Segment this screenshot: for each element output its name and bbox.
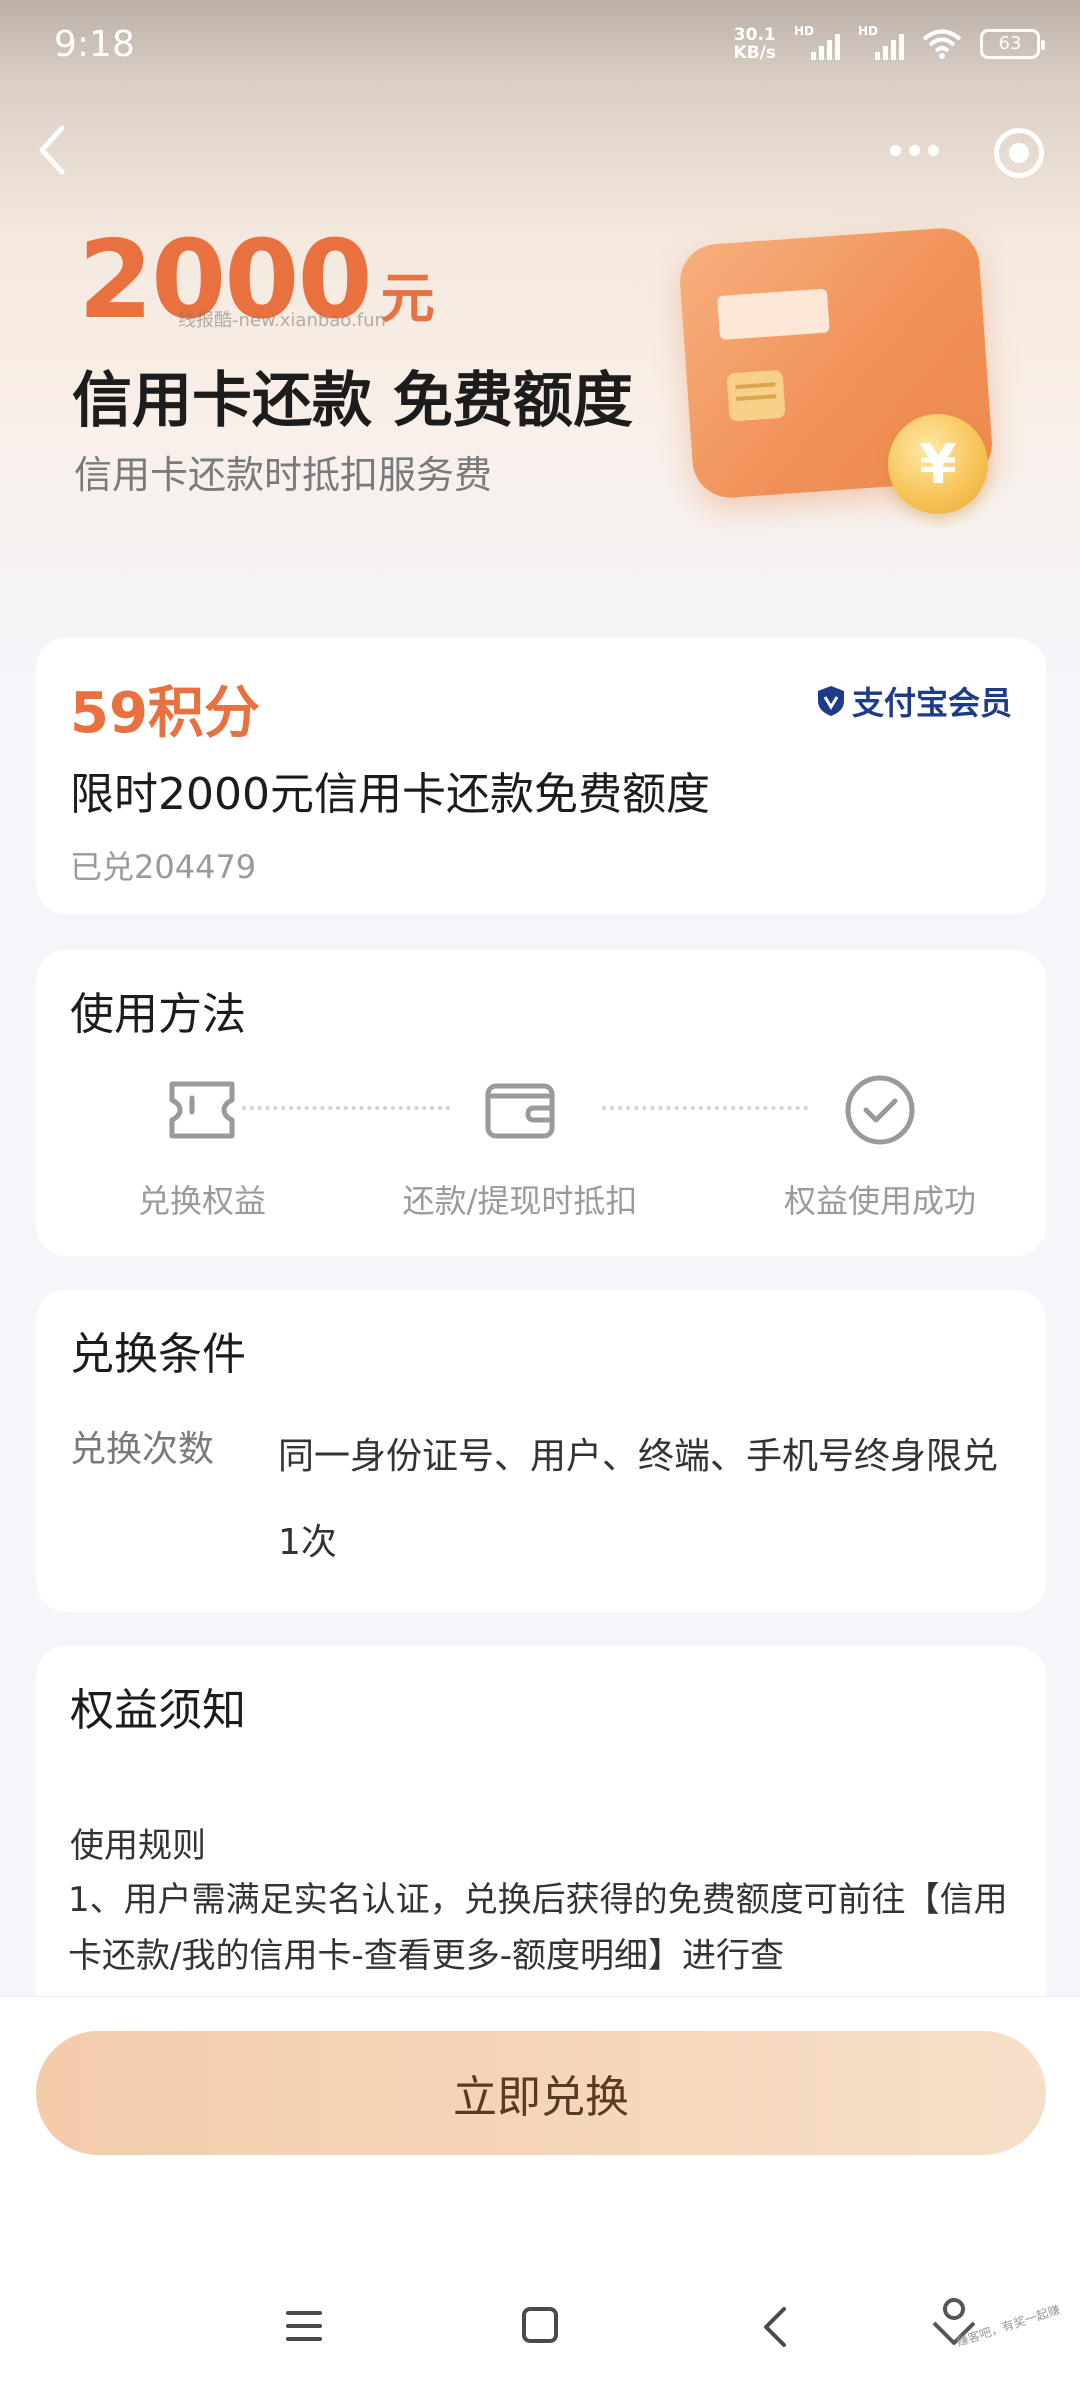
step-deduct: 还款/提现时抵扣 — [390, 1070, 650, 1222]
usage-title: 使用方法 — [70, 989, 246, 1040]
home-icon[interactable] — [522, 2307, 558, 2343]
back-nav-icon[interactable] — [760, 2305, 790, 2349]
condition-label: 兑换次数 — [70, 1429, 215, 1470]
ticket-icon — [169, 1081, 235, 1139]
check-circle-icon — [845, 1075, 915, 1145]
hero-subtitle: 信用卡还款时抵扣服务费 — [74, 453, 493, 497]
more-dots-icon[interactable] — [890, 140, 946, 160]
benefit-title: 限时2000元信用卡还款免费额度 — [70, 769, 710, 820]
network-speed: 30.1 KB/s — [733, 25, 776, 63]
condition-value: 同一身份证号、用户、终端、手机号终身限兑1次 — [278, 1436, 999, 1563]
status-bar: 9:18 30.1 KB/s HD HD 63 — [0, 0, 1080, 92]
redeemed-count: 已兑204479 — [70, 848, 257, 886]
alipay-member-badge: 支付宝会员 — [816, 678, 1012, 724]
redeem-now-button[interactable]: 立即兑换 — [36, 2031, 1046, 2155]
zuanke-watermark: 赚客吧，有奖一起赚 — [920, 2287, 1062, 2367]
system-navigation-bar: 赚客吧，有奖一起赚 — [0, 2287, 1080, 2367]
bottom-action-bar: 立即兑换 赚客吧，有奖一起赚 — [0, 1996, 1080, 2400]
status-time: 9:18 — [54, 24, 135, 65]
rules-heading: 使用规则 — [70, 1826, 206, 1866]
offer-card: 59积分 支付宝会员 限时2000元信用卡还款免费额度 已兑204479 — [36, 638, 1046, 914]
conditions-title: 兑换条件 — [70, 1329, 246, 1380]
notice-card: 权益须知 使用规则 1、用户需满足实名认证，兑换后获得的免费额度可前往【信用卡还… — [36, 1646, 1046, 2006]
signal-icon: HD — [794, 24, 840, 60]
watermark: 线报酷-new.xianbao.fun — [178, 310, 386, 331]
conditions-card: 兑换条件 兑换次数 同一身份证号、用户、终端、手机号终身限兑1次 — [36, 1290, 1046, 1612]
status-icons: 30.1 KB/s HD HD 63 — [733, 24, 1045, 63]
usage-card: 使用方法 兑换权益 还款/提现时抵扣 权益使用成功 — [36, 950, 1046, 1256]
step-redeem: 兑换权益 — [72, 1070, 332, 1222]
step-success: 权益使用成功 — [750, 1070, 1010, 1222]
battery-icon: 63 — [980, 29, 1045, 59]
signal-icon: HD — [858, 24, 904, 60]
points-price: 59积分 — [70, 681, 260, 746]
coin-icon: ¥ — [888, 414, 988, 514]
wallet-icon — [485, 1083, 555, 1139]
hero-title: 信用卡还款 免费额度 — [72, 366, 633, 436]
menu-icon[interactable] — [286, 2311, 322, 2341]
back-icon[interactable] — [30, 120, 74, 180]
alipay-shield-icon — [817, 686, 844, 716]
wifi-icon — [922, 29, 962, 59]
notice-title: 权益须知 — [70, 1685, 246, 1736]
close-circle-icon[interactable] — [994, 128, 1044, 178]
rules-text: 1、用户需满足实名认证，兑换后获得的免费额度可前往【信用卡还款/我的信用卡-查看… — [68, 1880, 1008, 1976]
